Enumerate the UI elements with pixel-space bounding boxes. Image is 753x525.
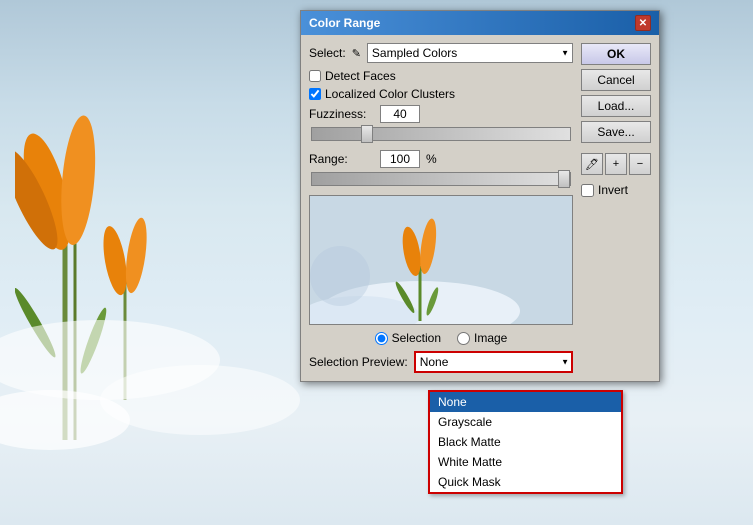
eyedropper-subtract-icon: − [637,158,643,170]
color-range-dialog: Color Range ✕ Select: ✎ Sampled Colors D… [300,10,660,382]
detect-faces-label: Detect Faces [325,69,396,83]
eyedropper-tool-icon: 🖊 [585,158,599,171]
preview-dropdown[interactable]: None Grayscale Black Matte White Matte Q… [414,351,573,373]
snow-svg [0,300,300,525]
invert-row: Invert [581,183,651,197]
detect-faces-row: Detect Faces [309,69,573,83]
dropdown-item-grayscale[interactable]: Grayscale [430,412,621,432]
fuzziness-row: Fuzziness: 40 [309,105,573,123]
image-radio-item: Image [457,331,507,345]
dropdown-item-none[interactable]: None [430,392,621,412]
radio-row: Selection Image [309,331,573,345]
selection-radio-item: Selection [375,331,441,345]
cancel-button[interactable]: Cancel [581,69,651,91]
dialog-titlebar: Color Range ✕ [301,11,659,35]
preview-dropdown-wrapper: None Grayscale Black Matte White Matte Q… [414,351,573,373]
dropdown-item-white-matte[interactable]: White Matte [430,452,621,472]
dialog-body: Select: ✎ Sampled Colors Detect Faces Lo… [301,35,659,381]
ok-button[interactable]: OK [581,43,651,65]
dialog-title: Color Range [309,16,380,30]
dialog-main: Select: ✎ Sampled Colors Detect Faces Lo… [309,43,573,373]
eyedropper-subtract-button[interactable]: − [629,153,651,175]
invert-checkbox[interactable] [581,184,594,197]
preview-svg [310,196,572,324]
selection-radio[interactable] [375,332,388,345]
select-row: Select: ✎ Sampled Colors [309,43,573,63]
fuzziness-label: Fuzziness: [309,107,374,121]
select-dropdown-wrapper: Sampled Colors [367,43,573,63]
eyedropper-tool-button[interactable]: 🖊 [581,153,603,175]
dialog-sidebar: OK Cancel Load... Save... 🖊 + − Invert [581,43,651,373]
eyedropper-icon: ✎ [352,47,361,60]
range-percent: % [426,152,437,166]
range-input[interactable]: 100 [380,150,420,168]
select-dropdown[interactable]: Sampled Colors [367,43,573,63]
load-button[interactable]: Load... [581,95,651,117]
fuzziness-slider-container [309,127,573,144]
selection-preview-row: Selection Preview: None Grayscale Black … [309,351,573,373]
detect-faces-checkbox[interactable] [309,70,321,82]
localized-color-clusters-checkbox[interactable] [309,88,321,100]
save-button[interactable]: Save... [581,121,651,143]
tools-row: 🖊 + − [581,153,651,175]
preview-image [309,195,573,325]
dropdown-item-quick-mask[interactable]: Quick Mask [430,472,621,492]
localized-color-clusters-label: Localized Color Clusters [325,87,455,101]
select-label: Select: [309,46,346,60]
range-slider[interactable] [311,172,571,186]
fuzziness-input[interactable]: 40 [380,105,420,123]
eyedropper-add-button[interactable]: + [605,153,627,175]
fuzziness-slider[interactable] [311,127,571,141]
selection-preview-label: Selection Preview: [309,355,408,369]
range-slider-container [309,172,573,189]
close-button[interactable]: ✕ [635,15,651,31]
dropdown-menu-overlay: None Grayscale Black Matte White Matte Q… [428,390,623,494]
localized-color-clusters-row: Localized Color Clusters [309,87,573,101]
dropdown-item-black-matte[interactable]: Black Matte [430,432,621,452]
invert-label: Invert [598,183,628,197]
selection-radio-label: Selection [392,331,441,345]
range-row: Range: 100 % [309,150,573,168]
range-label: Range: [309,152,374,166]
eyedropper-add-icon: + [613,158,619,170]
image-radio-label: Image [474,331,507,345]
image-radio[interactable] [457,332,470,345]
